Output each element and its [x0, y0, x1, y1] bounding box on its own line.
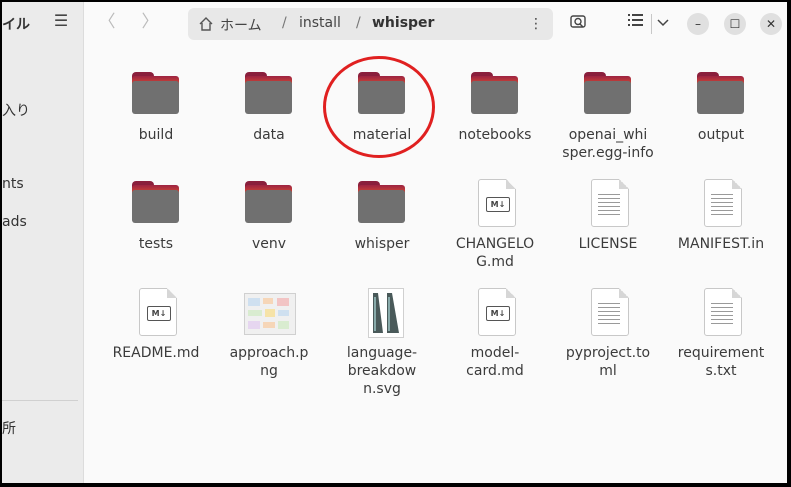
sidebar-item-downloads[interactable]: ads	[2, 214, 27, 230]
folder-icon	[695, 70, 747, 122]
file-name: venv	[251, 236, 287, 252]
markdown-file-icon: M↓	[469, 179, 521, 231]
path-bar[interactable]: ホーム / install / whisper ⋮	[188, 8, 553, 40]
file-item-openai-whisper-egg-info[interactable]: openai_whi sper.egg-info	[552, 70, 664, 162]
file-name-line-2: s.txt	[705, 363, 737, 379]
breadcrumb-install[interactable]: install	[299, 15, 341, 31]
file-manager-window: イル ☰ 入り nts ads 所 〈 〉 ホーム / install / wh…	[2, 2, 787, 483]
header-bar: 〈 〉 ホーム / install / whisper ⋮ – ☐ ✕	[84, 2, 787, 48]
file-name: LICENSE	[578, 236, 638, 252]
file-item-venv[interactable]: venv	[213, 179, 325, 253]
file-name-line-2: breakdow	[347, 363, 417, 379]
file-name: data	[253, 127, 285, 143]
sidebar-item-documents[interactable]: nts	[2, 176, 24, 192]
text-file-icon	[582, 288, 634, 340]
folder-icon	[356, 179, 408, 231]
highlight-annotation-circle	[323, 56, 435, 158]
folder-icon	[582, 70, 634, 122]
close-icon[interactable]: ✕	[760, 13, 782, 35]
path-menu-icon[interactable]: ⋮	[528, 14, 544, 34]
breadcrumb-separator: /	[282, 15, 287, 31]
file-item-manifest-in[interactable]: MANIFEST.in	[665, 179, 777, 253]
breadcrumb-whisper[interactable]: whisper	[372, 15, 434, 31]
chevron-down-icon[interactable]	[652, 12, 674, 34]
breadcrumb-separator: /	[356, 15, 361, 31]
file-item-tests[interactable]: tests	[100, 179, 212, 253]
menu-icon[interactable]: ☰	[52, 12, 70, 30]
file-name-line-1: model-	[470, 345, 520, 361]
markdown-file-icon: M↓	[130, 288, 182, 340]
file-name-line-2: sper.egg-info	[562, 145, 654, 161]
file-name: README.md	[112, 345, 200, 361]
markdown-file-icon: M↓	[469, 288, 521, 340]
file-name: tests	[138, 236, 174, 252]
folder-icon	[243, 179, 295, 231]
file-item-approach-png[interactable]: approach.p ng	[213, 288, 325, 380]
file-item-whisper[interactable]: whisper	[326, 179, 438, 253]
file-name-line-1: language-	[346, 345, 418, 361]
file-name-line-1: CHANGELO	[455, 236, 535, 252]
text-file-icon	[695, 288, 747, 340]
file-item-output[interactable]: output	[665, 70, 777, 144]
maximize-icon[interactable]: ☐	[724, 13, 746, 35]
file-name-line-1: pyproject.to	[565, 345, 651, 361]
folder-icon	[130, 179, 182, 231]
sidebar-divider	[2, 400, 78, 401]
file-item-license[interactable]: LICENSE	[552, 179, 664, 253]
file-item-notebooks[interactable]: notebooks	[439, 70, 551, 144]
file-name: build	[138, 127, 174, 143]
back-button[interactable]: 〈	[97, 12, 117, 32]
file-item-data[interactable]: data	[213, 70, 325, 144]
sidebar-item-favorites[interactable]: 入り	[2, 100, 30, 120]
file-name-line-1: openai_whi	[568, 127, 648, 143]
file-item-readme-md[interactable]: M↓ README.md	[100, 288, 212, 362]
view-list-icon[interactable]	[625, 12, 647, 34]
file-name-line-2: ng	[260, 363, 278, 379]
file-item-pyproject-toml[interactable]: pyproject.to ml	[552, 288, 664, 380]
sidebar-title: イル	[2, 17, 30, 33]
breadcrumb-home[interactable]: ホーム	[220, 15, 262, 35]
file-grid: build data material notebooks openai_whi…	[84, 48, 787, 483]
file-item-changelog-md[interactable]: M↓ CHANGELO G.md	[439, 179, 551, 271]
text-file-icon	[582, 179, 634, 231]
minimize-icon[interactable]: –	[687, 13, 709, 35]
file-item-requirements-txt[interactable]: requirement s.txt	[665, 288, 777, 380]
forward-button[interactable]: 〉	[140, 12, 160, 32]
text-file-icon	[695, 179, 747, 231]
file-name-line-2: ml	[599, 363, 617, 379]
file-item-build[interactable]: build	[100, 70, 212, 144]
file-item-language-breakdown-svg[interactable]: language- breakdow n.svg	[326, 288, 438, 398]
sidebar: イル ☰ 入り nts ads 所	[2, 2, 84, 483]
file-name-line-3: n.svg	[363, 381, 401, 397]
file-name: whisper	[354, 236, 410, 252]
file-item-model-card-md[interactable]: M↓ model- card.md	[439, 288, 551, 380]
folder-icon	[469, 70, 521, 122]
file-name-line-2: card.md	[466, 363, 524, 379]
file-name: notebooks	[458, 127, 532, 143]
folder-icon	[130, 70, 182, 122]
file-name-line-1: approach.p	[229, 345, 309, 361]
image-thumbnail-icon	[243, 288, 296, 340]
file-name: MANIFEST.in	[677, 236, 765, 252]
file-name-line-2: G.md	[476, 254, 514, 270]
folder-icon	[243, 70, 295, 122]
home-icon[interactable]	[198, 16, 214, 32]
file-name: output	[697, 127, 745, 143]
svg-thumbnail-icon	[356, 288, 408, 340]
sidebar-item-other[interactable]: 所	[2, 418, 16, 438]
file-name-line-1: requirement	[677, 345, 765, 361]
search-icon[interactable]	[567, 12, 589, 34]
